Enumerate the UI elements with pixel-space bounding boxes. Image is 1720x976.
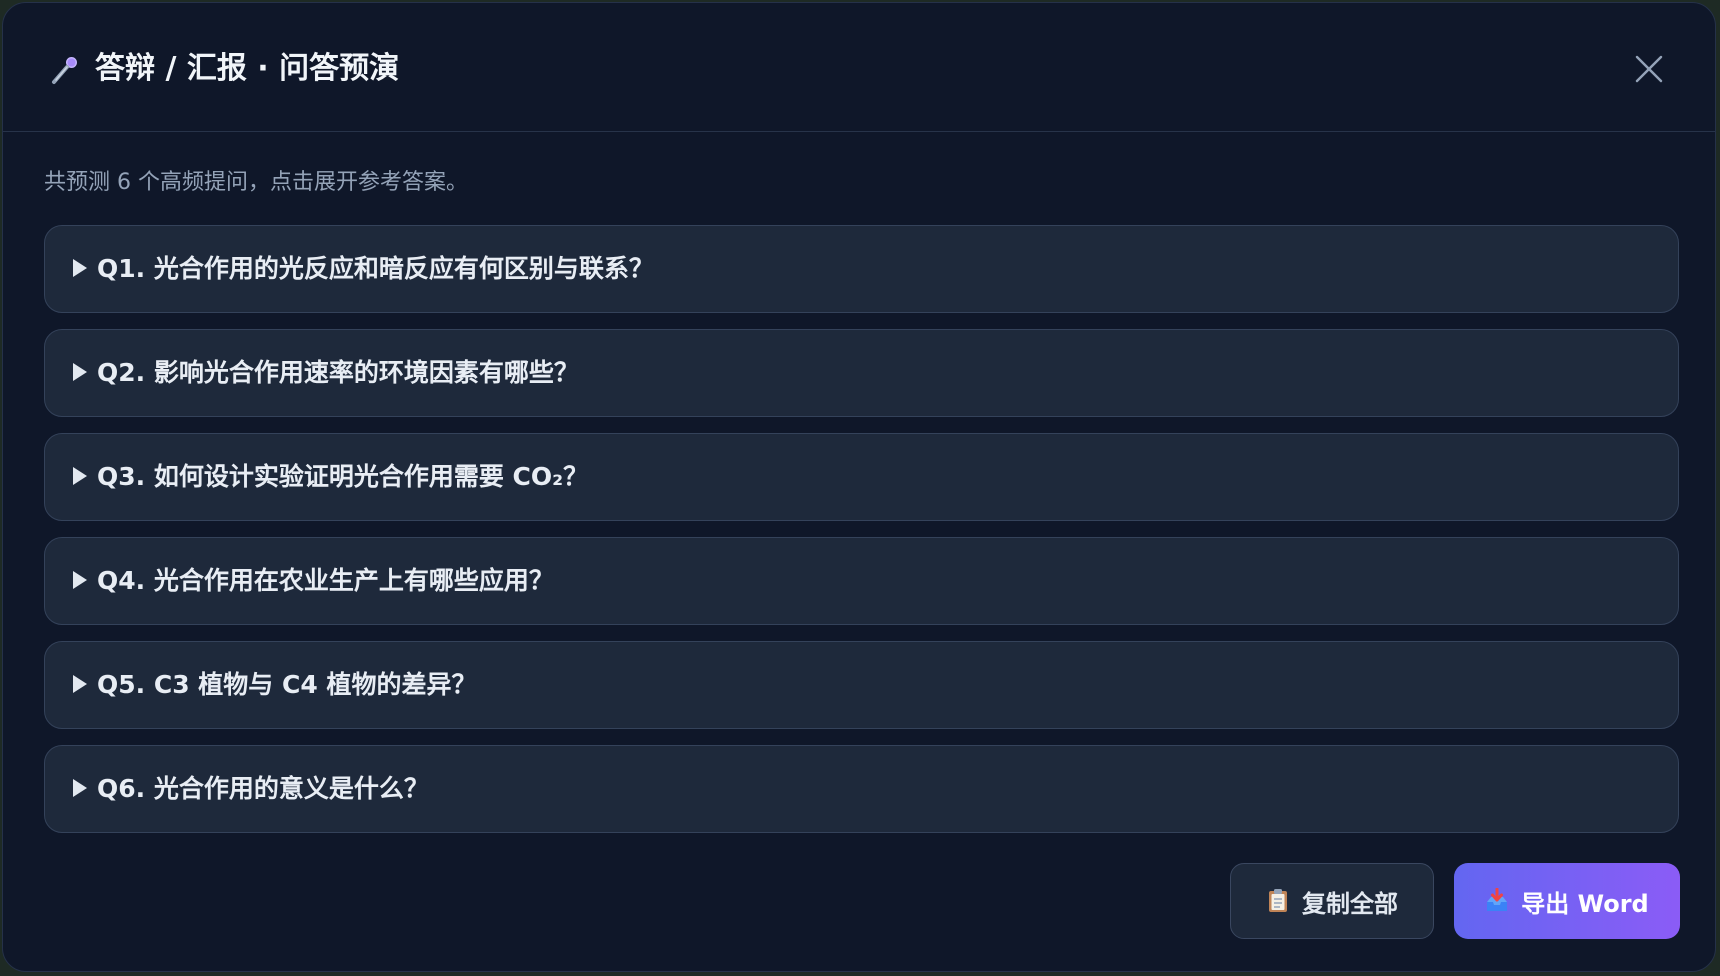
dialog-title: 答辩 / 汇报 · 问答预演: [95, 51, 400, 86]
question-item-5[interactable]: Q5. C3 植物与 C4 植物的差异？: [44, 641, 1679, 729]
question-list: Q1. 光合作用的光反应和暗反应有何区别与联系？ Q2. 影响光合作用速率的环境…: [44, 225, 1679, 849]
expand-arrow-icon: [73, 259, 87, 277]
inbox-tray-icon: [1487, 888, 1508, 911]
clipboard-icon: [1269, 889, 1287, 912]
question-label: Q5. C3 植物与 C4 植物的差异？: [97, 670, 477, 699]
dialog-header: 答辩 / 汇报 · 问答预演: [3, 3, 1715, 132]
question-label: Q4. 光合作用在农业生产上有哪些应用？: [97, 566, 554, 595]
question-label: Q3. 如何设计实验证明光合作用需要 CO₂？: [97, 462, 589, 491]
question-item-1[interactable]: Q1. 光合作用的光反应和暗反应有何区别与联系？: [44, 225, 1679, 313]
expand-arrow-icon: [73, 779, 87, 797]
expand-arrow-icon: [73, 363, 87, 381]
question-label: Q6. 光合作用的意义是什么？: [97, 774, 429, 803]
qa-rehearsal-dialog: 答辩 / 汇报 · 问答预演 共预测 6 个高频提问，点击展开参考答案。 Q1.…: [2, 2, 1716, 972]
question-item-2[interactable]: Q2. 影响光合作用速率的环境因素有哪些？: [44, 329, 1679, 417]
question-label: Q1. 光合作用的光反应和暗反应有何区别与联系？: [97, 254, 654, 283]
summary-text: 共预测 6 个高频提问，点击展开参考答案。: [44, 170, 468, 195]
export-word-button[interactable]: 导出 Word: [1454, 863, 1680, 939]
question-item-6[interactable]: Q6. 光合作用的意义是什么？: [44, 745, 1679, 833]
expand-arrow-icon: [73, 675, 87, 693]
export-word-label: 导出 Word: [1521, 889, 1649, 918]
expand-arrow-icon: [73, 467, 87, 485]
close-icon[interactable]: [1631, 51, 1667, 87]
copy-all-button[interactable]: 复制全部: [1230, 863, 1434, 939]
question-item-4[interactable]: Q4. 光合作用在农业生产上有哪些应用？: [44, 537, 1679, 625]
expand-arrow-icon: [73, 571, 87, 589]
question-label: Q2. 影响光合作用速率的环境因素有哪些？: [97, 358, 579, 387]
microphone-icon: [52, 57, 77, 84]
copy-all-label: 复制全部: [1302, 889, 1398, 918]
question-item-3[interactable]: Q3. 如何设计实验证明光合作用需要 CO₂？: [44, 433, 1679, 521]
